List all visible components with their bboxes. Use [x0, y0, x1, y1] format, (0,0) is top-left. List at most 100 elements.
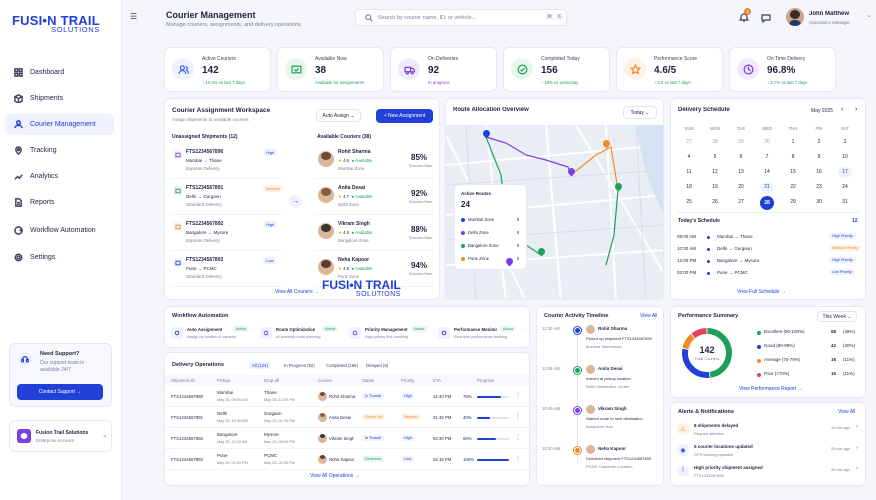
courier-item[interactable]: Vikram Singh ★ 4.5 ● Available Bangalore Z…	[315, 217, 433, 251]
nav-dashboard[interactable]: Dashboard	[5, 62, 114, 83]
calendar-day[interactable]: 6	[734, 152, 748, 163]
search-bar[interactable]: Search by courier name, ID, or vehicle..…	[355, 9, 567, 26]
calendar-day[interactable]: 13	[734, 167, 748, 178]
calendar-day[interactable]: 30	[760, 137, 774, 148]
calendar-day[interactable]: 12	[708, 167, 722, 178]
calendar-day[interactable]: 2	[812, 137, 826, 148]
kpi-card[interactable]: On Time Delivery 96.8% ↑ 2.7% vs last 7 da…	[729, 47, 836, 92]
calendar-day[interactable]: 29	[786, 197, 800, 208]
user-avatar[interactable]	[786, 8, 804, 26]
calendar-day[interactable]: 27	[734, 197, 748, 208]
calendar-day[interactable]: 8	[786, 152, 800, 163]
notifications-button[interactable]: 3	[738, 8, 751, 24]
timeline-view-all-link[interactable]: View All	[640, 313, 657, 319]
table-row[interactable]: FTS1234567893 Pune May 25, 01:00 PM PCMC May…	[165, 450, 529, 470]
table-row[interactable]: FTS1234567890 Mumbai May 25, 09:00 AM Thane…	[165, 387, 529, 407]
schedule-item[interactable]: 12:00 PM Bangalore → Mysore High Priority	[677, 257, 861, 267]
calendar-day[interactable]: 15	[786, 167, 800, 178]
ops-tab[interactable]: All (124)	[249, 362, 272, 369]
calendar-day[interactable]: 9	[812, 152, 826, 163]
kpi-card[interactable]: Active Couriers 142 ↑ 10.5% vs last 7 days	[164, 47, 271, 92]
more-actions-icon[interactable]: ⋮	[515, 434, 521, 441]
shipment-item[interactable]: FTS1234567893 Pune → PCMC Standard Deliver…	[171, 253, 281, 287]
assign-arrow-icon[interactable]: →	[289, 195, 302, 208]
calendar-day[interactable]: 1	[786, 137, 800, 148]
calendar-day[interactable]: 31	[838, 197, 852, 208]
view-full-schedule-link[interactable]: View Full Schedule →	[737, 289, 786, 295]
nav-shipments[interactable]: Shipments	[5, 88, 114, 109]
more-actions-icon[interactable]: ⋮	[515, 392, 521, 399]
calendar-day[interactable]: 4	[682, 152, 696, 163]
shipment-item[interactable]: FTS1234567892 Bangalore → Mysore Express D…	[171, 217, 281, 251]
calendar-day[interactable]: 5	[708, 152, 722, 163]
view-all-operations-link[interactable]: View All Operations →	[310, 473, 360, 479]
alerts-view-all-link[interactable]: View All	[838, 409, 855, 415]
view-all-couriers-link[interactable]: View All Couriers →	[275, 289, 319, 295]
period-dropdown[interactable]: Today ⌄	[623, 106, 657, 119]
calendar-day[interactable]: 23	[812, 182, 826, 193]
nav-analytics[interactable]: Analytics	[5, 166, 114, 187]
calendar-day[interactable]: 16	[812, 167, 826, 178]
kpi-card[interactable]: On Deliveries 92 In progress	[390, 47, 497, 92]
calendar-day[interactable]: 24	[838, 182, 852, 193]
calendar-day[interactable]: 14	[760, 167, 774, 178]
user-name[interactable]: John Matthew	[809, 11, 849, 17]
auto-assign-dropdown[interactable]: Auto Assign ⌄	[316, 109, 361, 122]
more-actions-icon[interactable]: ⋮	[515, 455, 521, 462]
calendar-day[interactable]: 11	[682, 167, 696, 178]
calendar-day[interactable]: 29	[734, 137, 748, 148]
shipment-item[interactable]: FTS1234567891 Delhi → Gurgaon Standard Del…	[171, 181, 284, 215]
nav-workflow-automation[interactable]: Workflow Automation	[5, 220, 114, 241]
calendar-day[interactable]: 22	[786, 182, 800, 193]
calendar-day[interactable]: 28	[708, 137, 722, 148]
ops-tab[interactable]: Delayed (8)	[363, 362, 391, 369]
kpi-card[interactable]: Completed Today 156 ↑ 18% vs yesterday	[503, 47, 610, 92]
workflow-item[interactable]: Auto Assignment Assign by location & capa…	[171, 324, 255, 344]
courier-item[interactable]: Rohit Sharma ★ 4.6 ● Available Mumbai Zone…	[315, 145, 433, 179]
nav-reports[interactable]: Reports	[5, 192, 114, 213]
more-actions-icon[interactable]: ⋮	[515, 413, 521, 420]
calendar-day[interactable]: 19	[708, 182, 722, 193]
contact-support-button[interactable]: Contact Support →	[17, 384, 103, 400]
chat-icon[interactable]	[761, 13, 771, 23]
alert-item[interactable]: ◉ 5 courier locations updated GPS tracking…	[677, 442, 861, 461]
schedule-item[interactable]: 10:30 AM Delhi → Gurgaon Medium Priority	[677, 245, 862, 255]
chevron-left-icon[interactable]: ‹	[841, 106, 843, 113]
chevron-right-icon[interactable]: ›	[856, 445, 858, 451]
schedule-item[interactable]: 02:00 PM Pune → PCMC Low Priority	[677, 269, 861, 279]
workflow-item[interactable]: Route Optimization AI-powered route plann…	[260, 324, 344, 344]
view-performance-report-link[interactable]: View Performance Report →	[739, 386, 803, 392]
chevron-right-icon[interactable]: ›	[855, 106, 857, 113]
calendar-day[interactable]: 20	[734, 182, 748, 193]
search-input[interactable]: Search by courier name, ID, or vehicle..…	[378, 15, 476, 21]
calendar-day[interactable]: 7	[760, 152, 774, 163]
calendar-day[interactable]: 3	[838, 137, 852, 148]
workflow-item[interactable]: Priority Management High priority first h…	[349, 324, 433, 344]
kpi-card[interactable]: Available Now 38 Available for assignments	[277, 47, 384, 92]
table-row[interactable]: FTS1234567891 Delhi May 25, 10:30 AM Gurgao…	[165, 408, 529, 428]
menu-toggle-icon[interactable]: ☰	[130, 12, 137, 21]
ops-tab[interactable]: In Progress (92)	[281, 362, 318, 369]
calendar-day[interactable]: 18	[682, 182, 696, 193]
calendar-day[interactable]: 25	[682, 197, 696, 208]
courier-item[interactable]: Anita Desai ★ 4.7 ● Available Delhi Zone 92…	[315, 181, 433, 215]
nav-courier-management[interactable]: Courier Management	[5, 114, 114, 135]
schedule-item[interactable]: 09:00 AM Mumbai → Thane High Priority	[677, 233, 861, 243]
table-row[interactable]: FTS1234567892 Bangalore May 25, 11:00 AM My…	[165, 429, 529, 449]
calendar-day[interactable]: 21	[760, 182, 774, 193]
alert-item[interactable]: ! High priority shipment assigned FTS12345…	[677, 463, 861, 482]
ops-tab[interactable]: Completed (156)	[323, 362, 361, 369]
new-assignment-button[interactable]: + New Assignment	[376, 109, 433, 123]
shipment-item[interactable]: FTS1234567890 Mumbai → Thane Express Deliv…	[171, 145, 281, 179]
performance-period-dropdown[interactable]: This Week ⌄	[817, 311, 857, 322]
chevron-down-icon[interactable]: ⌄	[866, 11, 872, 19]
nav-settings[interactable]: Settings	[5, 247, 114, 268]
calendar-day[interactable]: 17	[838, 167, 852, 178]
chevron-right-icon[interactable]: ›	[856, 424, 858, 430]
calendar-day[interactable]: 10	[838, 152, 852, 163]
calendar-day[interactable]: 27	[682, 137, 696, 148]
workflow-item[interactable]: Performance Monitor Real-time performance…	[438, 324, 522, 344]
account-switcher[interactable]: Fusion Trail Solutions Enterprise Accoun…	[9, 420, 112, 452]
calendar-day[interactable]: 30	[812, 197, 826, 208]
brand-logo[interactable]: FUSI•N TRAIL SOLUTIONS	[12, 14, 100, 34]
